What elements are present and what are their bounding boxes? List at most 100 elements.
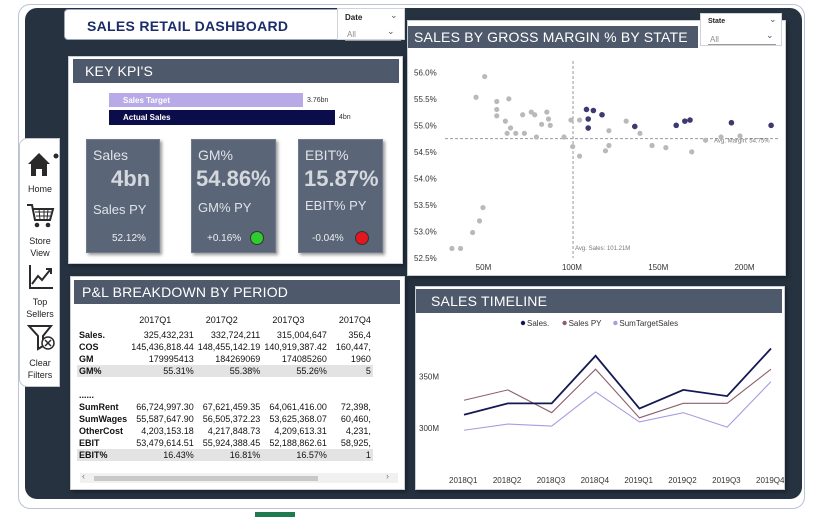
table-cell: 332,724,211: [210, 330, 261, 340]
scatter-point: [545, 116, 552, 122]
scatter-point: [476, 218, 483, 224]
scatter-point: [532, 112, 538, 118]
scatter-point: [590, 107, 597, 114]
series-line: [463, 368, 772, 419]
x-tick-label: 2018Q2: [493, 476, 522, 485]
table-cell: 53,479,614.51: [136, 438, 194, 448]
row-label: GM: [79, 354, 94, 364]
scatter-point: [576, 153, 583, 159]
scatter-point: [637, 130, 643, 136]
table-cell: [262, 389, 329, 401]
nav-home-button[interactable]: Home: [20, 148, 60, 195]
kpi-tile-py-value: -0.04%: [312, 233, 344, 244]
table-cell: 55.38%: [195, 365, 263, 377]
table-cell: 55.26%: [262, 365, 329, 377]
table-row: EBIT 53,479,614.51 55,924,388.45 52,188,862…: [77, 437, 373, 449]
row-label: Sales.: [79, 330, 106, 340]
row-label: SumWages: [79, 414, 128, 424]
table-cell: 4,231,: [345, 426, 371, 436]
chevron-down-icon: ⌄: [387, 26, 395, 36]
cart-icon: [27, 204, 55, 228]
table-row: GM 179995413 184269069 174085260 1960: [77, 353, 373, 365]
table-cell: 5: [328, 365, 373, 377]
kpi-header: KEY KPI'S: [73, 59, 399, 83]
table-cell: [196, 377, 263, 389]
chevron-down-icon: ⌄: [769, 14, 777, 24]
scatter-point: [689, 149, 695, 155]
y-tick-label: 53.0%: [414, 227, 437, 236]
y-tick-label: 52.5%: [414, 254, 437, 263]
scatter-point: [539, 121, 545, 127]
date-slicer[interactable]: Date ⌄ All ⌄: [337, 8, 405, 41]
sales-target-label: Sales Target: [123, 95, 170, 105]
table-cell: [329, 389, 373, 401]
row-label: SumRent: [79, 402, 119, 412]
nav-top-sellers-label: Top Sellers: [26, 297, 54, 319]
horizontal-scrollbar[interactable]: ‹ ›: [80, 471, 398, 483]
row-label: EBIT%: [77, 449, 130, 461]
pl-column-header: 2017Q4: [338, 315, 371, 325]
legend-label: SumTargetSales: [619, 319, 678, 328]
scatter-chart: 52.5% 53.0% 53.5% 54.0% 54.5% 55.0% 55.5% 56.0%…: [414, 61, 778, 272]
table-row: OtherCost 4,203,153.18 4,217,848.73 4,209,6…: [77, 425, 373, 437]
funnel-clear-icon: [26, 325, 55, 351]
scatter-point: [682, 118, 688, 124]
table-row: COS 145,436,818.44 148,455,142.19 140,919,3…: [77, 341, 373, 353]
nav-clear-filters-button[interactable]: Clear Filters: [20, 322, 60, 381]
table-cell: 64,061,416.00: [269, 402, 327, 412]
pl-table-viewport[interactable]: 2017Q1 2017Q2 2017Q3 2017Q4 Sales. 325,432,2…: [77, 311, 399, 471]
scatter-point: [449, 245, 455, 252]
scatter-point: [606, 142, 612, 149]
scatter-point: [504, 130, 510, 136]
table-cell: 55,587,647.90: [136, 414, 194, 424]
state-slicer-value: All: [710, 35, 719, 44]
table-cell: 356,4: [348, 330, 371, 340]
legend-label: Sales.: [527, 319, 549, 328]
scatter-point: [599, 111, 605, 118]
x-tick-label: 150M: [648, 263, 668, 272]
x-tick-label: 2019Q3: [712, 476, 741, 485]
table-row: SumRent 66,724,997.30 67,621,459.35 64,061,…: [77, 401, 373, 413]
pl-column-header: [77, 311, 129, 329]
row-label: GM%: [77, 365, 130, 377]
y-tick-label: 53.5%: [414, 201, 437, 210]
nav-store-view-button[interactable]: Store View: [20, 200, 60, 259]
scrollbar-thumb[interactable]: [94, 476, 318, 481]
x-tick-label: 2018Q1: [449, 476, 478, 485]
state-slicer[interactable]: State ⌄ All ⌄: [700, 13, 782, 46]
chevron-down-icon: ⌄: [766, 30, 774, 40]
kpi-tile-py-value: +0.16%: [207, 233, 242, 244]
table-cell: 58,925,: [340, 438, 371, 448]
kpi-tile-title: Sales: [93, 147, 129, 163]
scatter-point: [494, 106, 500, 113]
table-cell: 52,188,862.61: [269, 438, 327, 448]
pl-header: P&L BREAKDOWN BY PERIOD: [74, 280, 400, 304]
kpi-tile-subtitle: GM% PY: [198, 200, 252, 215]
status-indicator-dot: [355, 231, 369, 245]
table-row: SumWages 55,587,647.90 56,505,372.23 53,625…: [77, 413, 373, 425]
scatter-point: [663, 145, 669, 151]
kpi-tile-gm: GM% 54.86% GM% PY +0.16%: [191, 139, 276, 253]
avg-margin-label: Avg. Margin: 54.75%: [714, 139, 770, 145]
scroll-left-icon[interactable]: ‹: [82, 471, 85, 481]
table-cell: 145,436,818.44: [131, 342, 194, 352]
nav-top-sellers-button[interactable]: Top Sellers: [20, 261, 60, 320]
table-cell: 1: [328, 449, 373, 461]
scatter-point: [737, 133, 743, 139]
scatter-point: [673, 122, 680, 129]
legend-marker: [613, 320, 618, 326]
scatter-point: [570, 143, 576, 150]
scroll-right-icon[interactable]: ›: [386, 471, 389, 481]
x-tick-label: 2019Q2: [668, 476, 697, 485]
table-cell: 16.57%: [262, 449, 329, 461]
table-cell: 16.43%: [129, 449, 196, 461]
scatter-point: [480, 204, 486, 211]
y-tick-label: 54.5%: [414, 148, 437, 157]
pl-title: P&L BREAKDOWN BY PERIOD: [82, 284, 289, 300]
scatter-point: [457, 245, 464, 252]
table-cell: 72,398,: [340, 402, 371, 412]
row-label: EBIT: [79, 438, 100, 448]
kpi-tile-subtitle: Sales PY: [93, 202, 147, 217]
scatter-point: [494, 98, 500, 105]
x-tick-label: 2018Q3: [537, 476, 566, 485]
